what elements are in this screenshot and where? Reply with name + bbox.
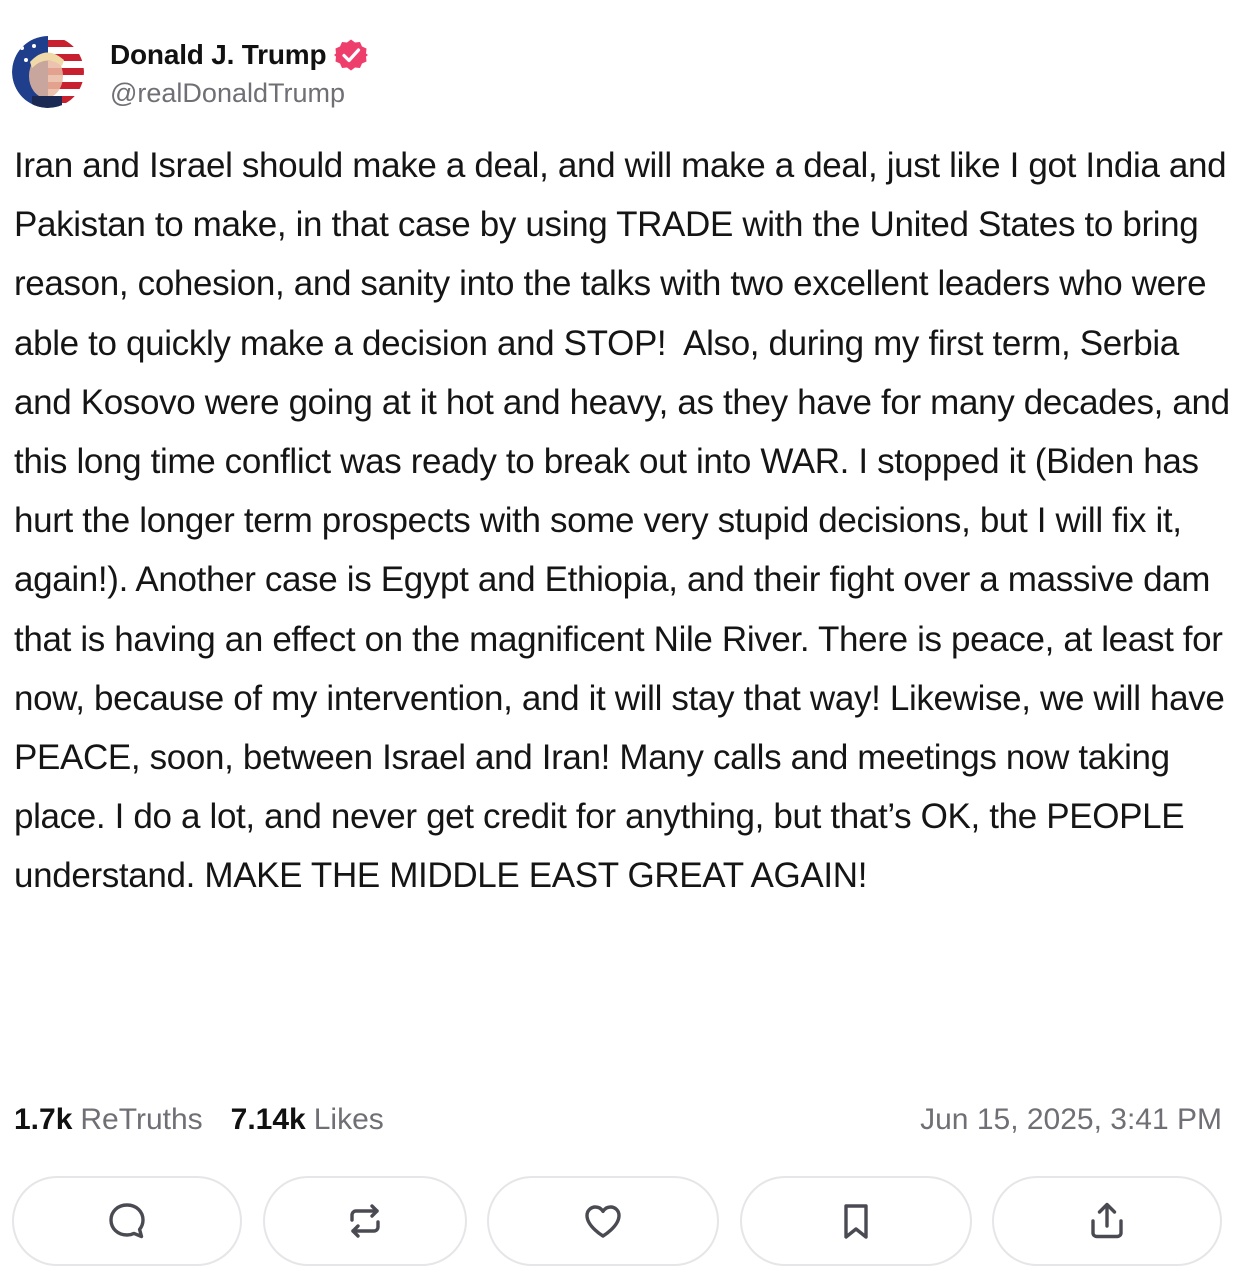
post-body-text: Iran and Israel should make a deal, and … xyxy=(14,146,1240,896)
avatar[interactable] xyxy=(12,36,84,108)
heart-icon xyxy=(585,1205,621,1238)
comment-icon xyxy=(109,1203,145,1239)
likes-stat[interactable]: 7.14k Likes xyxy=(231,1103,384,1137)
avatar-image xyxy=(12,36,84,108)
bookmark-icon xyxy=(843,1204,868,1239)
author-display-name[interactable]: Donald J. Trump xyxy=(110,39,327,71)
author-handle[interactable]: @realDonaldTrump xyxy=(110,78,368,109)
author-name-row: Donald J. Trump xyxy=(110,36,369,74)
like-button[interactable] xyxy=(487,1176,719,1266)
share-icon xyxy=(1091,1202,1123,1239)
repost-icon xyxy=(349,1204,380,1238)
verified-badge-icon xyxy=(334,38,369,72)
action-bar xyxy=(12,1176,1222,1268)
post-card: Donald J. Trump @realDonaldTrump Iran an… xyxy=(0,0,1247,1280)
likes-label: Likes xyxy=(313,1103,384,1136)
retruth-button[interactable] xyxy=(262,1176,467,1266)
likes-count: 7.14k xyxy=(230,1103,306,1136)
author-identity: Donald J. Trump @realDonaldTrump xyxy=(110,36,369,109)
post-stats: 1.7k ReTruths 7.14k Likes Jun 15, 2025, … xyxy=(14,1098,1222,1142)
retruths-stat[interactable]: 1.7k ReTruths xyxy=(14,1103,203,1137)
post-header: Donald J. Trump @realDonaldTrump xyxy=(12,34,369,110)
share-button[interactable] xyxy=(992,1176,1222,1266)
bookmark-button[interactable] xyxy=(739,1176,972,1266)
post-timestamp[interactable]: Jun 15, 2025, 3:41 PM xyxy=(920,1103,1222,1137)
retruths-count: 1.7k xyxy=(14,1103,73,1136)
retruths-label: ReTruths xyxy=(80,1103,203,1136)
reply-button[interactable] xyxy=(12,1176,242,1266)
